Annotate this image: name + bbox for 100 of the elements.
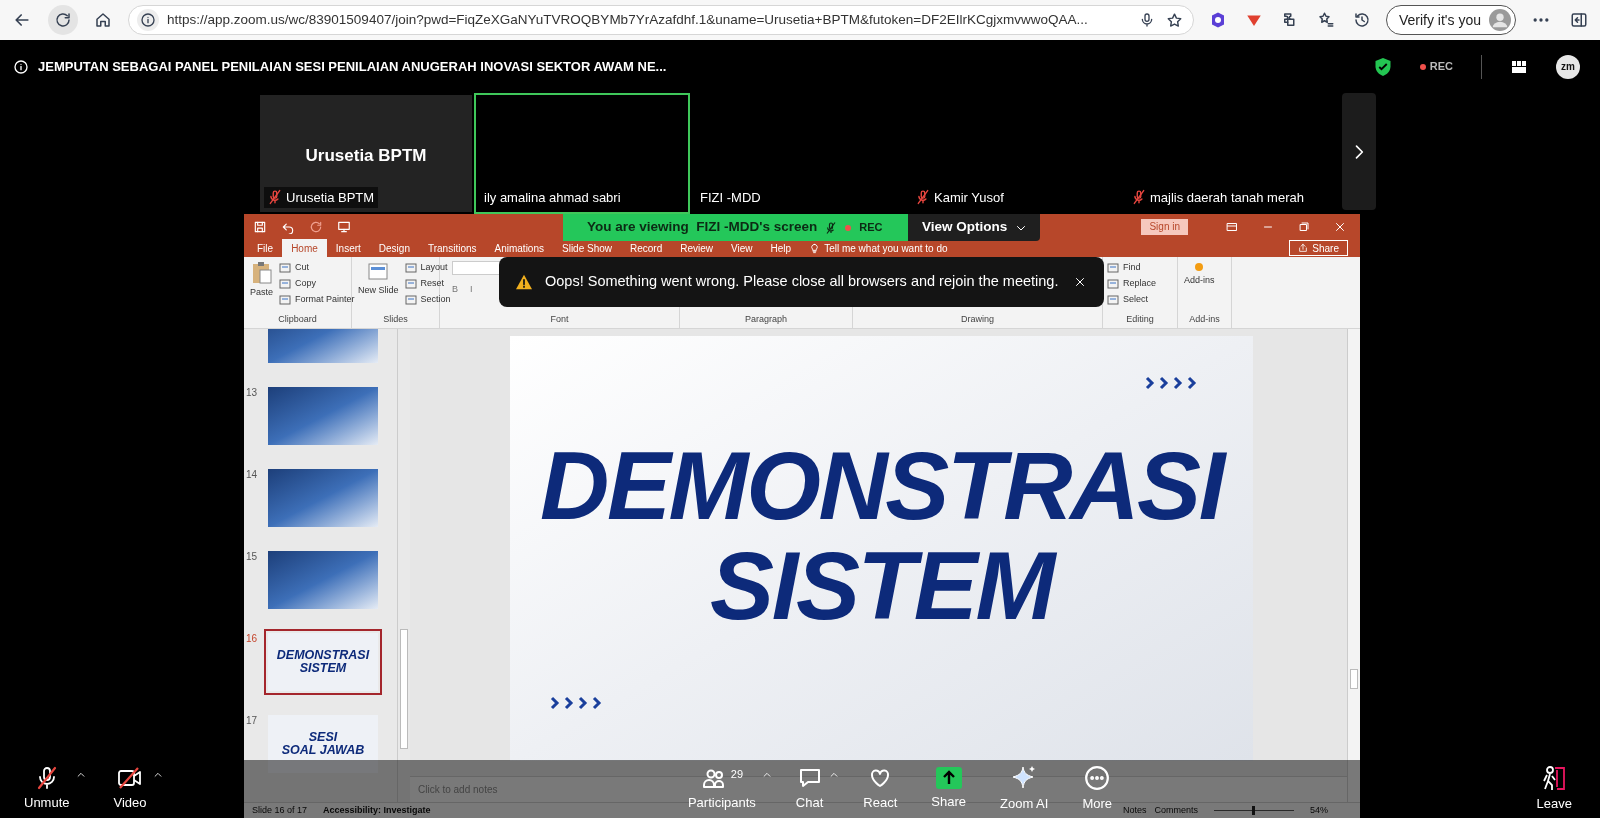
ribbon-command[interactable]: Add-ins — [1182, 261, 1217, 286]
meeting-title: JEMPUTAN SEBAGAI PANEL PENILAIAN SESI PENILAIAN ANUGERAH INOVASI SEKTOR AWAM NE... — [38, 57, 668, 76]
format-button[interactable]: B — [452, 283, 458, 297]
slide-thumbnail[interactable]: DEMONSTRASI SISTEM — [264, 629, 382, 695]
participant-name-display: Urusetia BPTM — [304, 145, 428, 167]
accessibility-status[interactable]: Accessibility: Investigate — [323, 803, 431, 818]
toolbar-button[interactable]: Chat — [783, 765, 836, 813]
muted-microphone-icon — [825, 220, 838, 235]
slide-counter: Slide 16 of 17 — [252, 803, 308, 817]
toolbar-button[interactable]: 29 Participants — [675, 765, 768, 813]
notes-button[interactable]: Notes — [1122, 803, 1147, 818]
recording-label: REC — [859, 220, 883, 236]
toolbar-button[interactable]: More — [1070, 764, 1125, 814]
slide-preview-title: SOAL JAWAB — [281, 744, 365, 757]
recording-dot-icon — [845, 224, 852, 231]
ribbon-command[interactable]: New Slide — [356, 261, 401, 296]
toolbar-button[interactable]: Share — [919, 766, 978, 812]
slide-preview-title: SESI — [308, 731, 338, 744]
zoom-slider-thumb[interactable] — [1252, 806, 1256, 815]
group-label: Font — [549, 312, 570, 326]
toolbar-button[interactable]: Unmute — [12, 765, 82, 813]
shield-check-icon — [1373, 56, 1392, 77]
toolbar-button[interactable]: Zoom AI — [988, 764, 1061, 814]
command-icon — [250, 261, 273, 285]
toolbar-button[interactable]: Video — [101, 765, 159, 813]
command-icon — [404, 262, 417, 274]
recording-label: REC — [1429, 59, 1453, 75]
ribbon-command[interactable]: Layout — [404, 261, 451, 275]
leave-button[interactable]: Leave — [1524, 764, 1584, 814]
participant-tile[interactable]: ily amalina ahmad sabri — [474, 93, 690, 214]
toolbar-button[interactable]: React — [851, 765, 910, 813]
ribbon-tab[interactable]: Design — [369, 239, 419, 257]
participant-tile[interactable]: Urusetia BPTM Urusetia BPTM — [258, 93, 474, 214]
command-icon — [1193, 261, 1206, 273]
format-button[interactable]: I — [470, 283, 473, 297]
warning-icon — [515, 274, 533, 290]
comments-button[interactable]: Comments — [1154, 803, 1198, 818]
scrollbar[interactable] — [1347, 329, 1360, 802]
participant-name: Kamir Yusof — [934, 188, 1004, 207]
slide-number: 15 — [246, 550, 259, 564]
ribbon-tab[interactable]: Record — [621, 239, 672, 257]
slide-preview-title: DEMONSTRASI — [276, 649, 370, 662]
ribbon-tab[interactable]: Insert — [326, 239, 370, 257]
participant-name: Urusetia BPTM — [286, 188, 375, 207]
slide-number: 16 — [246, 632, 259, 646]
share-icon — [1298, 243, 1309, 253]
avatar-icon — [1489, 9, 1511, 31]
slide-number: 14 — [246, 468, 259, 482]
ribbon-command[interactable]: Cut — [279, 261, 355, 275]
info-icon[interactable] — [12, 57, 30, 76]
command-icon — [279, 278, 291, 290]
ribbon-command[interactable]: Select — [1107, 293, 1157, 307]
ribbon-command[interactable]: Replace — [1107, 277, 1157, 291]
refresh-icon[interactable] — [48, 5, 78, 35]
lightbulb-icon — [808, 242, 821, 254]
ribbon-command[interactable]: Find — [1107, 261, 1157, 275]
error-message: Oops! Something went wrong. Please close all browsers and rejoin the meeting. — [545, 272, 1060, 292]
ribbon-tab[interactable]: Animations — [485, 239, 553, 257]
ribbon-command[interactable]: Reset — [404, 277, 451, 291]
group-label: Editing — [1125, 312, 1155, 326]
group-label: Drawing — [960, 312, 995, 326]
ribbon-tab[interactable]: Slide Show — [553, 239, 621, 257]
scrollbar[interactable] — [397, 329, 410, 802]
command-icon — [279, 294, 291, 306]
command-icon — [367, 261, 390, 283]
group-label: Clipboard — [277, 312, 318, 326]
group-label: Slides — [382, 312, 409, 326]
slide-number: 17 — [246, 714, 259, 728]
command-icon — [1107, 294, 1119, 306]
group-label: Add-ins — [1188, 312, 1221, 326]
ribbon-tab[interactable]: Transitions — [418, 239, 486, 257]
ribbon-tab[interactable]: Help — [761, 239, 801, 257]
command-icon — [404, 294, 417, 306]
ribbon-tab[interactable]: Review — [671, 239, 723, 257]
participant-name: FIZI -MDD — [700, 188, 761, 207]
recording-dot-icon — [1419, 63, 1426, 70]
command-icon — [1107, 278, 1119, 290]
ribbon-command[interactable]: Copy — [279, 277, 355, 291]
command-icon — [279, 262, 291, 274]
sign-in-button[interactable]: Sign in — [1141, 218, 1188, 235]
tell-me-search[interactable]: Tell me what you want to do — [824, 240, 948, 256]
view-options-button[interactable]: View Options — [908, 214, 1040, 241]
ribbon-tab[interactable]: Home — [282, 239, 327, 257]
participant-count: 29 — [730, 766, 743, 782]
verify-button[interactable]: Verify it's you — [1385, 5, 1516, 35]
slide-thumbnail[interactable]: SESI SOAL JAWAB — [264, 711, 382, 777]
command-icon — [404, 278, 417, 290]
ribbon-command[interactable]: Format Painter — [279, 293, 355, 307]
info-icon — [137, 9, 159, 31]
group-label: Paragraph — [744, 312, 788, 326]
ribbon-command[interactable]: Section — [404, 293, 451, 307]
address-bar[interactable]: https://app.zoom.us/wc/83901509407/join?pwd=FiqZeXGaNYuTVROQBYMb7YrAzafdhf.1&uname=Urusetia+BPTM&futoken=DF2EIlrKCgjxmvwwoQAA... — [128, 5, 1194, 35]
ribbon-command[interactable]: Paste — [248, 261, 275, 298]
command-icon — [1107, 262, 1119, 274]
participant-name: majlis daerah tanah merah — [1150, 188, 1304, 207]
ribbon-tab[interactable]: File — [248, 239, 283, 257]
app-badge: zm — [1556, 54, 1580, 79]
ribbon-tab[interactable]: View — [722, 239, 762, 257]
share-button[interactable]: Share — [1289, 240, 1348, 256]
participant-name: ily amalina ahmad sabri — [484, 188, 621, 207]
